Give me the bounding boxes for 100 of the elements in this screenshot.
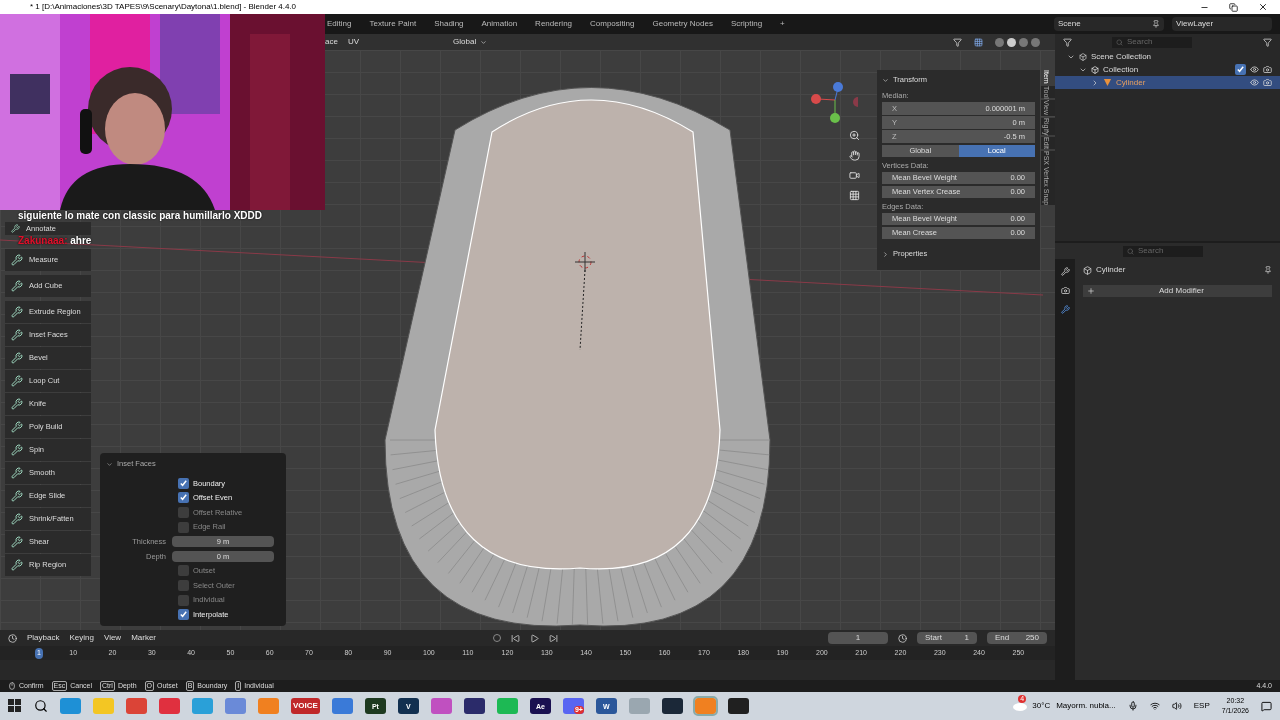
tool-icon (11, 329, 23, 341)
network-icon[interactable] (1149, 701, 1160, 711)
pin-icon[interactable] (1152, 20, 1160, 28)
play-icon[interactable] (530, 633, 539, 643)
tool-icon (11, 444, 23, 456)
filter-icon[interactable] (1263, 37, 1272, 47)
outliner-row[interactable]: Cylinder (1055, 76, 1280, 89)
checkbox[interactable] (178, 579, 189, 591)
workspace-tab[interactable]: + (779, 16, 786, 32)
workspace-tab[interactable]: Compositing (589, 16, 636, 32)
visibility-icon[interactable] (1250, 78, 1259, 87)
jump-end-icon[interactable] (549, 633, 558, 643)
mesh-icon (1103, 78, 1112, 87)
collection-icon (1079, 52, 1087, 61)
filter-icon[interactable] (953, 37, 962, 47)
scene-selector[interactable]: Scene (1054, 17, 1164, 31)
timeline-menu[interactable]: Keying (69, 632, 94, 644)
outliner-row[interactable]: Scene Collection (1055, 50, 1280, 63)
render-tab-icon[interactable] (1060, 286, 1070, 295)
search-icon (1127, 247, 1134, 255)
zoom-icon[interactable] (849, 130, 860, 141)
checkbox[interactable] (178, 477, 189, 489)
expand-icon[interactable] (882, 250, 889, 258)
chat-message: siguiente lo mate con classic para humillarlo XDDD (18, 210, 262, 222)
editor-type-icon[interactable] (8, 633, 17, 643)
workspace-tab[interactable]: Shading (433, 16, 465, 32)
visibility-icon[interactable] (1250, 65, 1259, 74)
tool-icon (11, 467, 23, 479)
timeline-menu[interactable]: Playback (27, 632, 60, 644)
tool-icon (11, 375, 23, 387)
taskbar-app-icon[interactable] (463, 698, 485, 714)
scene-name: Scene (1058, 18, 1081, 30)
racetrack-mesh-drawing[interactable] (384, 87, 771, 627)
volume-icon[interactable] (1171, 701, 1182, 711)
jump-start-icon[interactable] (511, 633, 520, 643)
start-field[interactable]: Start 1 (917, 632, 977, 644)
end-field[interactable]: End 250 (987, 632, 1047, 644)
pan-icon[interactable] (849, 150, 860, 161)
workspace-tab[interactable]: Scripting (729, 16, 764, 32)
outliner-row[interactable]: Collection (1055, 63, 1280, 76)
workspace-tab[interactable]: Texture Paint (368, 16, 418, 32)
collection-icon (1091, 65, 1099, 74)
windows-start-icon[interactable] (8, 699, 22, 713)
plus-icon (1087, 287, 1095, 295)
3d-cursor-icon[interactable] (574, 251, 596, 273)
view-layer-name: ViewLayer (1176, 18, 1214, 30)
pin-icon[interactable] (1264, 266, 1272, 274)
tool-tab-icon[interactable] (1060, 267, 1070, 276)
tool-icon (11, 513, 23, 525)
view-layer-selector[interactable]: ViewLayer (1172, 17, 1272, 31)
tool-icon (11, 536, 23, 548)
camera-view-icon[interactable] (849, 170, 860, 181)
checkbox[interactable] (178, 492, 189, 504)
window-title: * 1 [D:\Animaciones\3D TAPES\9\Scenary\Daytona\1.blend] - Blender 4.4.0 (30, 1, 297, 13)
checkbox[interactable] (178, 565, 189, 577)
collapse-icon[interactable] (106, 460, 113, 468)
frame-field[interactable]: 1 (828, 632, 888, 644)
workspace-tab[interactable]: Geometry Nodes (651, 16, 714, 32)
stopwatch-icon[interactable] (898, 633, 907, 643)
checkbox[interactable] (178, 594, 189, 606)
render-icon[interactable] (1263, 78, 1272, 87)
checkbox[interactable] (178, 507, 189, 518)
temperature-label: 30°C (1032, 700, 1051, 712)
checkbox[interactable] (178, 521, 189, 533)
checkbox[interactable] (178, 609, 189, 621)
tool-icon (11, 490, 23, 502)
header-menu[interactable]: ace (325, 36, 338, 48)
tool-icon (11, 224, 20, 233)
checkbox[interactable] (1235, 64, 1246, 75)
tool-icon (11, 421, 23, 433)
workspace-tab[interactable]: Editing (326, 16, 353, 32)
collapse-icon[interactable] (882, 76, 889, 84)
workspace-tab[interactable]: Animation (480, 16, 519, 32)
tool-icon (11, 352, 23, 364)
weather-label: Mayorm. nubla... (1056, 700, 1116, 712)
viewport[interactable] (0, 50, 1055, 630)
outliner-label: Scene Collection (1091, 50, 1152, 63)
language-indicator[interactable]: ESP (1193, 700, 1210, 712)
close-icon[interactable] (1258, 2, 1268, 12)
notifications-icon[interactable] (1261, 700, 1272, 712)
add-modifier-button[interactable]: Add Modifier (1083, 285, 1272, 297)
outliner-label: Collection (1103, 63, 1139, 76)
timeline-menu[interactable]: View (103, 632, 122, 644)
object-name: Cylinder (1096, 264, 1126, 276)
header-menu[interactable]: UV (347, 36, 360, 48)
modifier-tab-icon[interactable] (1060, 305, 1070, 314)
timeline-menu[interactable]: Marker (131, 632, 157, 644)
tool-icon (11, 280, 23, 292)
microphone-icon[interactable] (1127, 701, 1138, 711)
grid-icon[interactable] (849, 190, 860, 201)
render-icon[interactable] (1263, 65, 1272, 74)
axis-gizmo-icon[interactable] (808, 80, 858, 125)
orientation-dropdown[interactable]: Global (449, 36, 492, 48)
workspace-tab[interactable]: Rendering (534, 16, 574, 32)
chat-message: Zakunaaa: ahre (18, 235, 93, 247)
taskbar-app-icon[interactable] (661, 698, 683, 714)
search-icon[interactable] (34, 699, 48, 713)
taskbar-app-icon[interactable]: VOICE (291, 698, 320, 714)
taskbar-app-icon[interactable] (727, 698, 749, 714)
restore-icon[interactable] (1229, 2, 1238, 12)
